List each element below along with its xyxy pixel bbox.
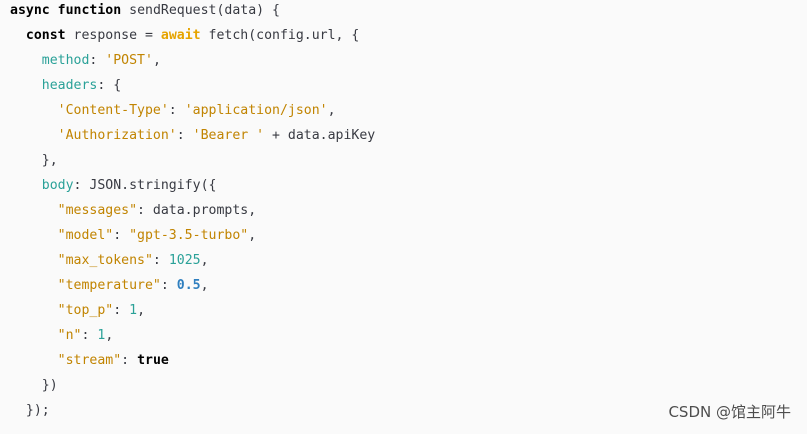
code-token: body <box>41 178 74 193</box>
code-token: }); <box>10 403 50 418</box>
code-token: : <box>81 328 98 343</box>
code-token: sendRequest(data) { <box>121 3 280 18</box>
code-lines: async function sendRequest(data) { const… <box>10 1 807 426</box>
code-token: : <box>113 228 130 243</box>
code-token: 'application/json' <box>184 103 328 118</box>
code-token: "messages" <box>57 203 138 218</box>
code-token: : { <box>97 78 122 93</box>
code-token: "top_p" <box>57 303 114 318</box>
code-token: , <box>137 303 146 318</box>
code-token: 1 <box>129 303 138 318</box>
code-token: 'POST' <box>105 53 153 68</box>
code-line: method: 'POST', <box>10 51 807 76</box>
code-line: "temperature": 0.5, <box>10 276 807 301</box>
code-line: body: JSON.stringify({ <box>10 176 807 201</box>
code-token: }) <box>10 378 58 393</box>
code-token: : <box>160 278 177 293</box>
code-token: "n" <box>57 328 82 343</box>
code-line: 'Content-Type': 'application/json', <box>10 101 807 126</box>
code-line: headers: { <box>10 76 807 101</box>
code-token: : data.prompts, <box>137 203 257 218</box>
code-line: }) <box>10 376 807 401</box>
code-line: async function sendRequest(data) { <box>10 1 807 26</box>
code-token: : <box>89 53 106 68</box>
code-token: 1025 <box>168 253 201 268</box>
code-token: : <box>176 128 193 143</box>
code-token: , <box>105 328 114 343</box>
code-token: fetch(config.url, { <box>200 28 360 43</box>
code-block: async function sendRequest(data) { const… <box>0 0 807 434</box>
code-line: const response = await fetch(config.url,… <box>10 26 807 51</box>
code-token: const <box>25 28 66 43</box>
code-token: "max_tokens" <box>57 253 153 268</box>
code-token: : <box>121 353 138 368</box>
code-token: headers <box>41 78 98 93</box>
code-token: async <box>10 3 50 18</box>
code-line: "model": "gpt-3.5-turbo", <box>10 226 807 251</box>
code-line: "messages": data.prompts, <box>10 201 807 226</box>
code-token: 'Authorization' <box>57 128 177 143</box>
code-line: }, <box>10 151 807 176</box>
code-token: "gpt-3.5-turbo" <box>129 228 249 243</box>
code-token: "model" <box>57 228 114 243</box>
code-token: : <box>113 303 130 318</box>
code-line: "stream": true <box>10 351 807 376</box>
code-token: method <box>41 53 90 68</box>
code-token: 'Bearer ' <box>192 128 265 143</box>
code-token: , <box>200 278 209 293</box>
code-token: function <box>57 3 122 18</box>
code-line: "max_tokens": 1025, <box>10 251 807 276</box>
code-token: : <box>168 103 185 118</box>
code-token: + data.apiKey <box>264 128 376 143</box>
code-line: "top_p": 1, <box>10 301 807 326</box>
code-token: 'Content-Type' <box>57 103 169 118</box>
watermark: CSDN @馆主阿牛 <box>668 403 791 421</box>
code-token: : <box>152 253 169 268</box>
code-token: true <box>137 353 169 368</box>
code-token: : JSON.stringify({ <box>73 178 217 193</box>
code-token: response = <box>65 28 161 43</box>
code-line: 'Authorization': 'Bearer ' + data.apiKey <box>10 126 807 151</box>
code-token: , <box>327 103 336 118</box>
code-line: "n": 1, <box>10 326 807 351</box>
code-token: 0.5 <box>176 278 201 293</box>
code-token: await <box>160 28 201 43</box>
code-token: , <box>248 228 257 243</box>
code-token: "stream" <box>57 353 122 368</box>
code-token: "temperature" <box>57 278 161 293</box>
code-token: , <box>152 53 161 68</box>
code-token: }, <box>10 153 58 168</box>
code-token: , <box>200 253 209 268</box>
